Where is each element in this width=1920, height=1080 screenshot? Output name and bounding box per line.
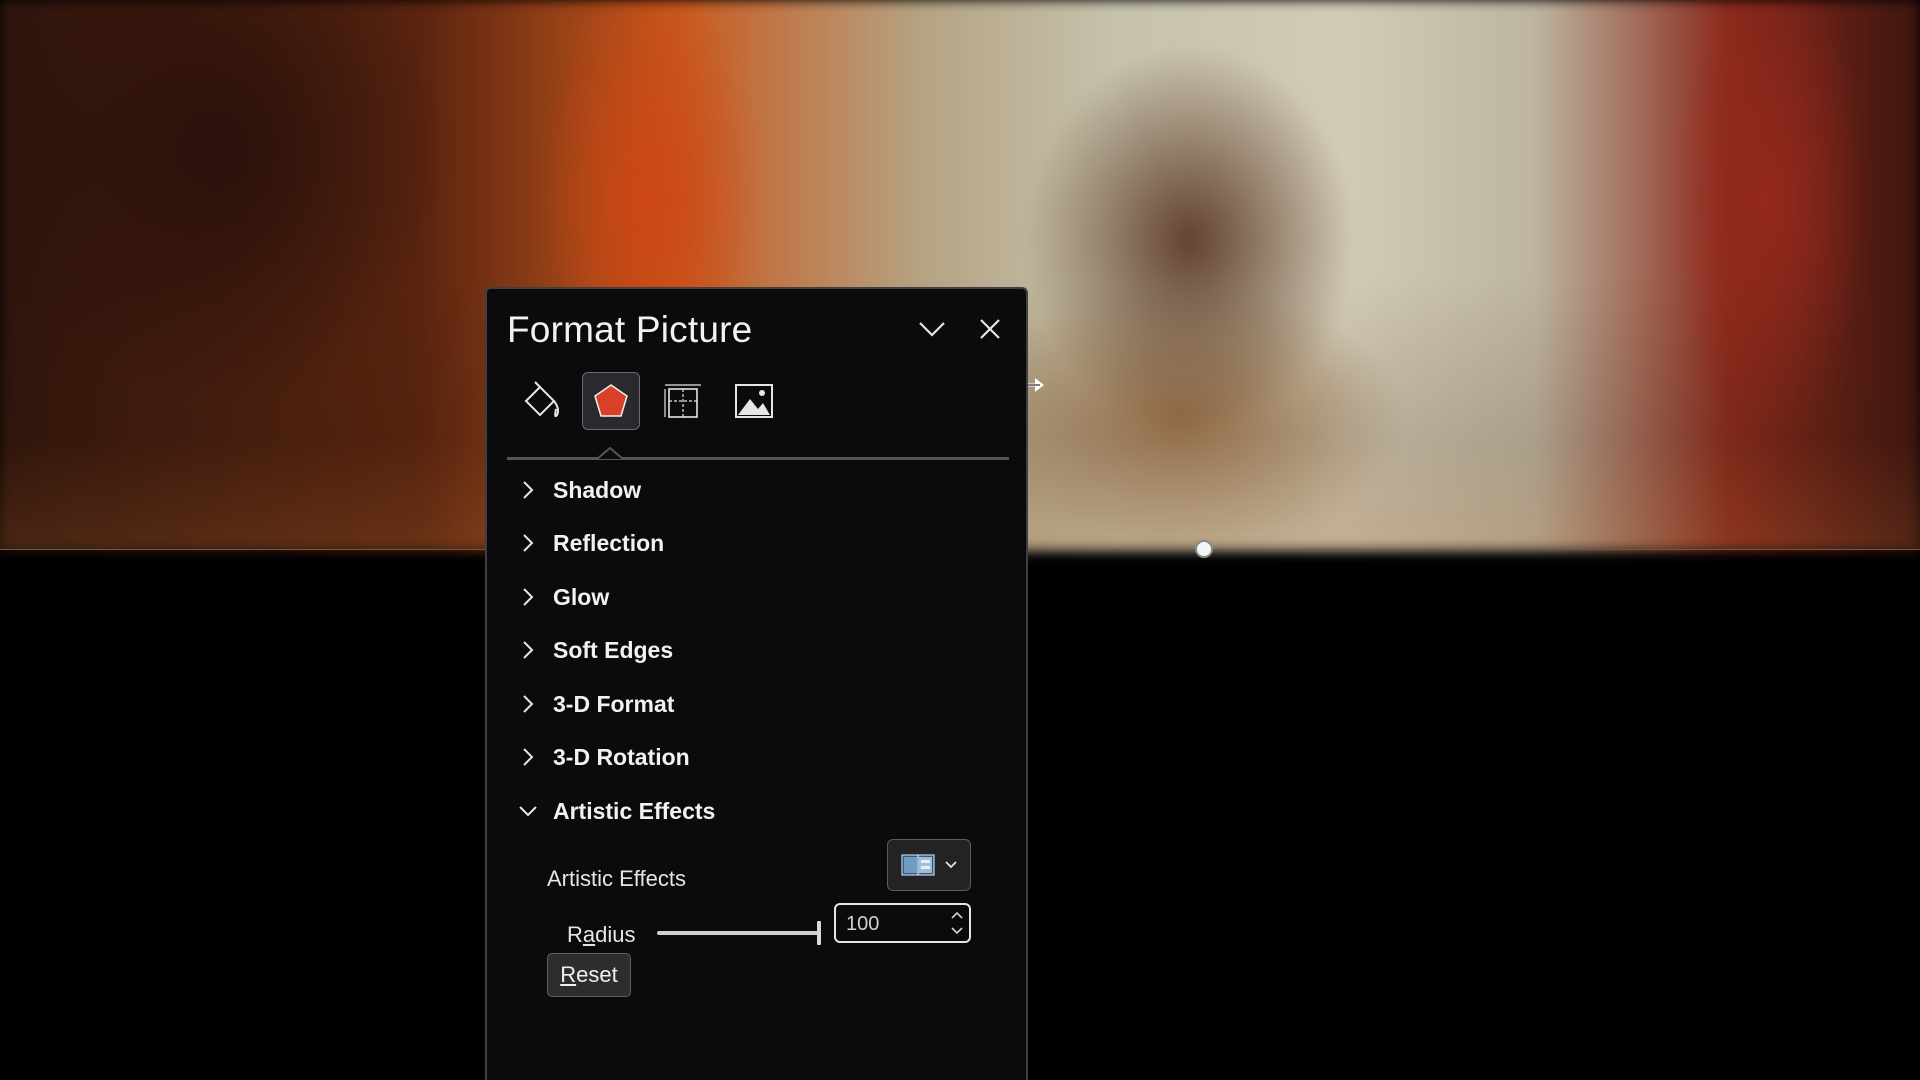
active-tab-pointer — [596, 447, 624, 459]
radius-slider[interactable] — [657, 919, 825, 947]
section-label: Shadow — [553, 476, 642, 503]
close-icon — [980, 319, 1000, 339]
pane-title: Format Picture — [507, 309, 753, 350]
section-soft-edges[interactable]: Soft Edges — [517, 630, 673, 670]
reset-label-rest: eset — [576, 962, 618, 987]
artistic-effects-dropdown[interactable] — [887, 839, 971, 891]
radius-label-part: R — [567, 922, 583, 947]
section-label: Reflection — [553, 529, 665, 556]
radius-label-part: dius — [595, 922, 636, 947]
tab-size-properties[interactable] — [654, 372, 712, 430]
chevron-down-icon — [951, 927, 963, 935]
chevron-right-icon — [523, 641, 534, 659]
section-shadow[interactable]: Shadow — [517, 470, 641, 510]
format-picture-pane: Format Picture Shadow Reflection Glow So… — [485, 287, 1028, 1080]
artistic-effect-preview-icon — [901, 854, 935, 876]
chevron-down-icon — [519, 806, 537, 817]
section-artistic-effects[interactable]: Artistic Effects — [517, 791, 715, 831]
radius-label-accesskey: a — [582, 922, 596, 947]
size-properties-icon — [664, 384, 701, 418]
chevron-down-icon — [945, 861, 957, 869]
chevron-right-icon — [523, 588, 534, 606]
chevron-right-icon — [523, 481, 534, 499]
chevron-right-icon — [523, 534, 534, 552]
chevron-down-icon — [919, 322, 945, 337]
paint-bucket-icon — [524, 381, 559, 418]
section-label: 3-D Format — [553, 690, 675, 717]
radius-slider-thumb[interactable] — [817, 921, 821, 945]
section-label: 3-D Rotation — [553, 743, 690, 770]
picture-icon — [735, 384, 773, 418]
section-label: Glow — [553, 583, 610, 610]
section-3d-format[interactable]: 3-D Format — [517, 684, 674, 724]
reset-button[interactable]: Reset — [547, 953, 631, 997]
tab-effects[interactable] — [582, 372, 640, 430]
section-reflection[interactable]: Reflection — [517, 523, 664, 563]
reset-accesskey: R — [560, 962, 577, 987]
tabs-divider — [507, 457, 1009, 460]
artistic-effects-label: Artistic Effects — [547, 866, 686, 891]
chevron-up-icon — [951, 911, 963, 919]
radius-spinner[interactable]: 100 — [834, 903, 971, 943]
pane-options-button[interactable] — [912, 309, 952, 349]
section-glow[interactable]: Glow — [517, 577, 609, 617]
radius-label: Radius — [567, 922, 636, 948]
section-3d-rotation[interactable]: 3-D Rotation — [517, 737, 690, 777]
chevron-right-icon — [523, 695, 534, 713]
section-label: Soft Edges — [553, 636, 674, 663]
pentagon-icon — [594, 384, 628, 417]
radius-increase-button[interactable] — [948, 908, 966, 922]
chevron-right-icon — [523, 748, 534, 766]
radius-slider-track — [657, 931, 819, 935]
radius-decrease-button[interactable] — [948, 924, 966, 938]
tab-picture[interactable] — [725, 372, 783, 430]
close-button[interactable] — [970, 309, 1010, 349]
picture-rotate-handle[interactable] — [1195, 540, 1213, 558]
radius-value-input[interactable]: 100 — [846, 913, 879, 936]
section-label: Artistic Effects — [553, 797, 716, 824]
tab-fill-line[interactable] — [513, 372, 571, 430]
